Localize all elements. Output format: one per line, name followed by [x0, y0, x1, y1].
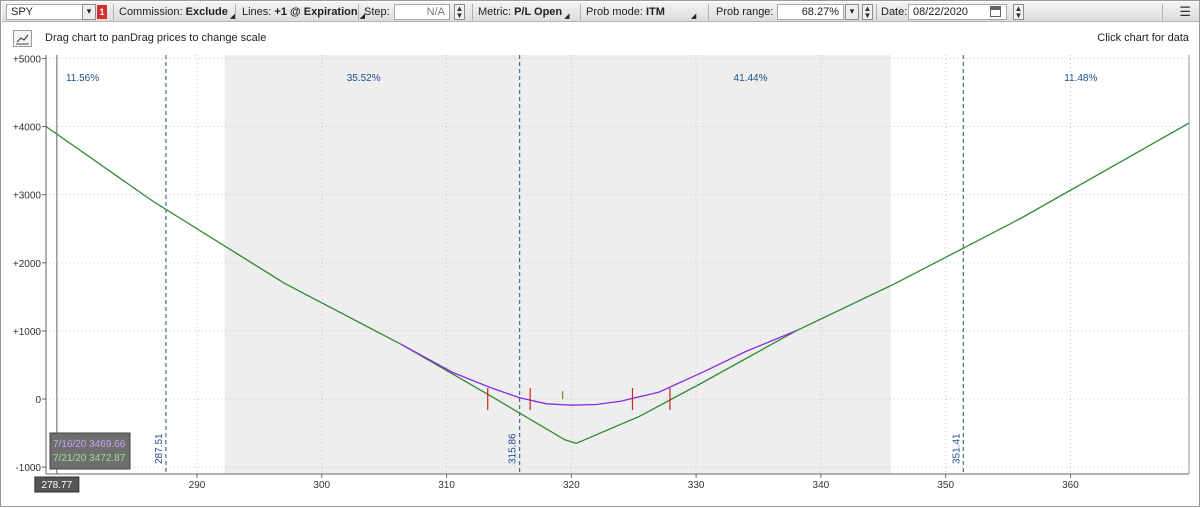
- cursor-price-label: 278.77: [42, 480, 73, 491]
- x-tick-label: 350: [937, 480, 954, 491]
- prob-boundary-label: 287.51: [154, 433, 165, 464]
- probability-label: 35.52%: [347, 73, 381, 84]
- prob-boundary-label: 351.41: [951, 433, 962, 464]
- legend: 7/16/20 3469.66 7/21/20 3472.87: [49, 432, 131, 470]
- y-tick-label: 0: [35, 395, 41, 406]
- x-tick-label: 320: [563, 480, 580, 491]
- y-tick-label: +3000: [13, 191, 42, 202]
- x-tick-label: 290: [189, 480, 206, 491]
- legend-entry: 7/16/20 3469.66: [53, 439, 126, 450]
- x-tick-label: 300: [313, 480, 330, 491]
- probability-range-shade: [224, 55, 891, 474]
- probability-label: 11.48%: [1064, 73, 1097, 84]
- analyze-window: SPY ▾ 1 Commission: Exclude ◢ Lines: +1 @…: [0, 0, 1200, 507]
- y-tick-label: +2000: [13, 259, 42, 270]
- x-tick-label: 330: [688, 480, 705, 491]
- risk-profile-chart[interactable]: +5000 +4000 +3000 +2000 +1000 0 -1000 290 300 310…: [1, 1, 1200, 508]
- y-tick-label: +1000: [13, 327, 42, 338]
- x-tick-label: 340: [813, 480, 830, 491]
- x-tick-label: 360: [1062, 480, 1079, 491]
- probability-label: 41.44%: [734, 73, 768, 84]
- y-tick-label: +5000: [13, 54, 42, 65]
- x-tick-label: 310: [438, 480, 455, 491]
- legend-entry: 7/21/20 3472.87: [53, 453, 126, 464]
- y-tick-label: +4000: [13, 123, 42, 134]
- prob-boundary-label: 315.86: [508, 433, 519, 464]
- probability-label: 11.56%: [66, 73, 99, 84]
- y-tick-label: -1000: [15, 463, 41, 474]
